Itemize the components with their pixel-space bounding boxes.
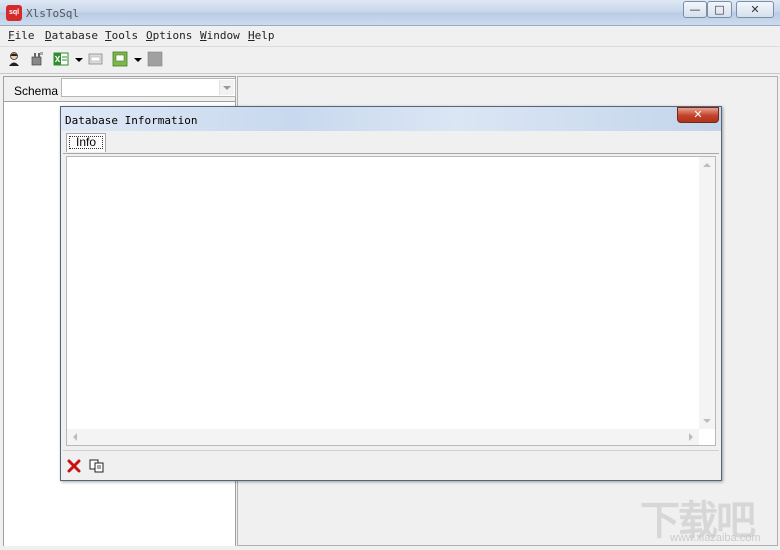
window-dropdown-arrow-icon[interactable] — [134, 58, 142, 62]
green-window-icon[interactable] — [112, 51, 128, 67]
plug-icon[interactable] — [29, 51, 45, 67]
schema-label: Schema — [14, 84, 59, 98]
excel-dropdown-arrow-icon[interactable] — [75, 58, 83, 62]
dialog-toolbar — [63, 450, 719, 479]
watermark-url: www.xiazaiba.com — [670, 532, 761, 544]
stop-icon[interactable] — [147, 51, 163, 67]
menu-options[interactable]: Options — [146, 29, 192, 42]
close-icon: ✕ — [750, 3, 760, 16]
menu-window[interactable]: Window — [200, 29, 240, 42]
menu-help[interactable]: Help — [248, 29, 275, 42]
dialog-close-button[interactable]: ✕ — [677, 107, 719, 123]
menu-database[interactable]: Database — [45, 29, 98, 42]
scroll-down-icon[interactable] — [703, 419, 711, 423]
dialog-icon[interactable] — [88, 51, 104, 67]
minimize-icon: — — [689, 3, 701, 16]
database-information-dialog: Database Information ✕ Info — [60, 106, 722, 481]
dialog-titlebar[interactable]: Database Information ✕ — [61, 107, 721, 131]
dialog-tabstrip: Info — [63, 131, 719, 154]
watermark: 下载吧 www.xiazaiba.com — [640, 488, 776, 546]
window-title: XlsToSql — [26, 7, 79, 20]
copy-icon[interactable] — [89, 459, 105, 473]
menu-bar: File Database Tools Options Window Help — [0, 26, 780, 47]
scroll-right-icon[interactable] — [689, 433, 693, 441]
menu-tools[interactable]: Tools — [105, 29, 138, 42]
dialog-title: Database Information — [65, 114, 198, 127]
window-titlebar: sql XlsToSql — □ ✕ — [0, 0, 780, 26]
horizontal-scrollbar[interactable] — [67, 429, 699, 445]
info-text-area[interactable] — [66, 156, 716, 446]
user-icon[interactable] — [6, 51, 22, 67]
tab-info-label: Info — [69, 136, 103, 149]
maximize-icon: □ — [714, 3, 725, 16]
vertical-scrollbar[interactable] — [699, 157, 715, 429]
maximize-button[interactable]: □ — [707, 1, 732, 18]
scroll-left-icon[interactable] — [73, 433, 77, 441]
tab-info[interactable]: Info — [66, 133, 106, 152]
app-icon: sql — [6, 5, 22, 21]
scroll-up-icon[interactable] — [703, 163, 711, 167]
close-icon: ✕ — [693, 108, 703, 121]
excel-icon[interactable] — [53, 51, 69, 67]
close-window-button[interactable]: ✕ — [736, 1, 774, 18]
minimize-button[interactable]: — — [683, 1, 707, 18]
delete-icon[interactable] — [67, 459, 81, 473]
main-toolbar — [0, 47, 780, 74]
menu-file[interactable]: File — [8, 29, 35, 42]
schema-combobox[interactable] — [61, 78, 236, 97]
chevron-down-icon[interactable] — [219, 80, 234, 95]
